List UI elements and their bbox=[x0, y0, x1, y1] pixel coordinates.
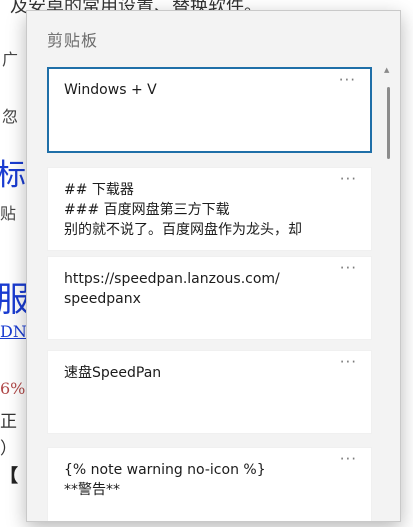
more-options-icon[interactable]: ··· bbox=[340, 452, 357, 467]
doc-heading-fragment: 服 bbox=[0, 280, 28, 320]
clipboard-item-text: ## 下载器 bbox=[64, 182, 134, 198]
doc-heading-fragment: 标 bbox=[0, 158, 26, 193]
scroll-thumb[interactable] bbox=[387, 87, 390, 159]
clipboard-item-text: 速盘SpeedPan bbox=[64, 365, 162, 381]
clipboard-item-text: https://speedpan.lanzous.com/ bbox=[64, 271, 280, 287]
clipboard-item-text: **警告** bbox=[64, 482, 120, 498]
more-options-icon[interactable]: ··· bbox=[340, 355, 357, 370]
more-options-icon[interactable]: ··· bbox=[340, 261, 357, 276]
clipboard-item-text: ### 百度网盘第三方下载 bbox=[64, 202, 230, 218]
clipboard-item-text: Windows + V bbox=[64, 82, 157, 98]
clipboard-item-text: speedpanx bbox=[64, 291, 141, 307]
scroll-up-arrow-icon[interactable]: ▲ bbox=[384, 67, 389, 74]
scrollbar[interactable]: ▲ bbox=[384, 65, 392, 515]
clipboard-item-text: {% note warning no-icon %} bbox=[64, 462, 266, 478]
clipboard-item[interactable]: ## 下载器 ### 百度网盘第三方下载 别的就不说了。百度网盘作为龙头，却 ·… bbox=[47, 167, 372, 251]
clipboard-flyout: 剪贴板 Windows + V ··· ## 下载器 ### 百度网盘第三方下载… bbox=[26, 10, 401, 522]
clipboard-item[interactable]: https://speedpan.lanzous.com/ speedpanx … bbox=[47, 256, 372, 340]
clipboard-item-text: 别的就不说了。百度网盘作为龙头，却 bbox=[64, 222, 302, 238]
clipboard-item[interactable]: {% note warning no-icon %} **警告** ··· bbox=[47, 447, 372, 521]
flyout-title: 剪贴板 bbox=[47, 31, 99, 50]
more-options-icon[interactable]: ··· bbox=[339, 73, 356, 88]
doc-text-fragment: 广 bbox=[2, 50, 19, 69]
clipboard-item[interactable]: 速盘SpeedPan ··· bbox=[47, 350, 372, 434]
more-options-icon[interactable]: ··· bbox=[340, 172, 357, 187]
doc-text-fragment: 忽 bbox=[2, 107, 19, 126]
clipboard-item[interactable]: Windows + V ··· bbox=[47, 67, 372, 153]
